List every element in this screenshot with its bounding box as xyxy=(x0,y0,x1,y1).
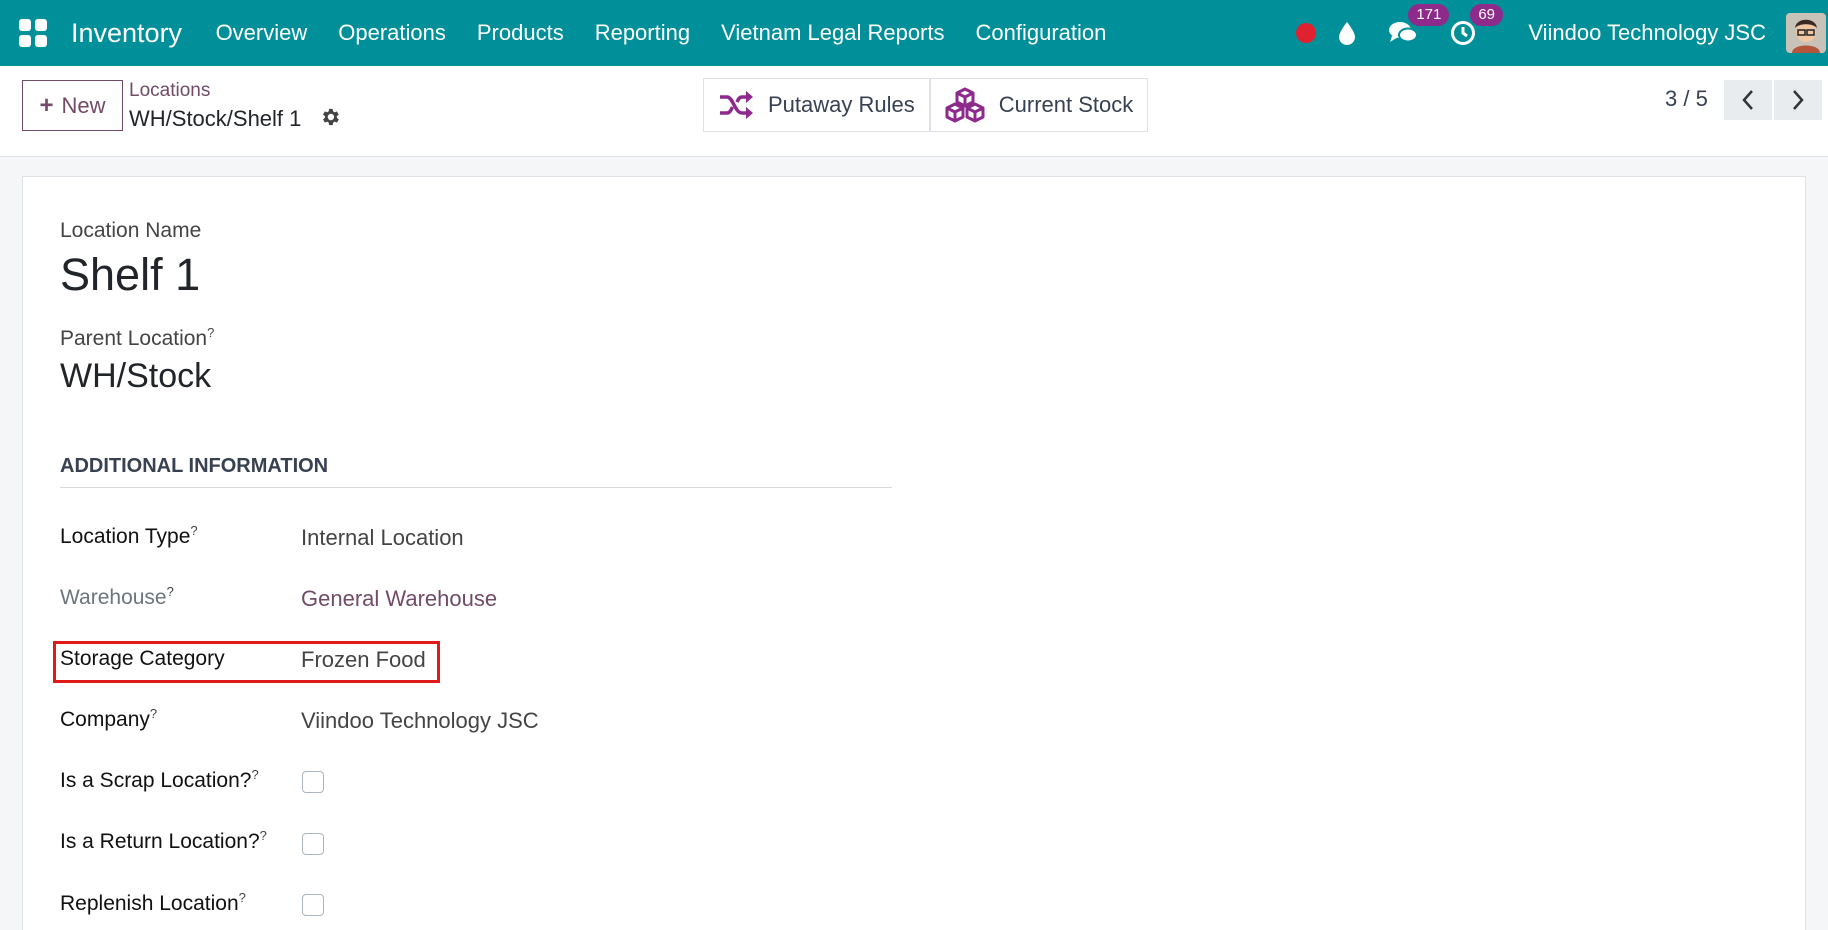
pager-value[interactable]: 3 / 5 xyxy=(1665,86,1708,112)
current-stock-label: Current Stock xyxy=(998,92,1134,117)
section-additional-information: ADDITIONAL INFORMATION xyxy=(60,455,892,488)
gear-icon[interactable] xyxy=(319,106,341,133)
breadcrumb-current-record: WH/Stock/Shelf 1 xyxy=(129,106,302,131)
new-button[interactable]: + New xyxy=(22,80,123,131)
warehouse-label-text: Warehouse xyxy=(60,586,167,609)
return-location-checkbox[interactable] xyxy=(302,833,324,855)
replenish-location-checkbox[interactable] xyxy=(302,894,324,916)
warehouse-link[interactable]: General Warehouse xyxy=(301,586,497,612)
company-label-text: Company xyxy=(60,708,150,731)
chevron-left-icon xyxy=(1742,90,1753,110)
replenish-location-label: Replenish Location? xyxy=(60,890,246,916)
location-name-label: Location Name xyxy=(60,219,202,242)
activities-clock-icon[interactable]: 69 xyxy=(1450,4,1503,46)
chevron-right-icon xyxy=(1793,90,1804,110)
plus-icon: + xyxy=(39,91,54,119)
messages-icon[interactable]: 171 xyxy=(1388,4,1450,46)
location-type-field[interactable]: Internal Location xyxy=(301,525,464,551)
drop-icon[interactable] xyxy=(1338,21,1356,45)
apps-grid-icon[interactable] xyxy=(19,19,47,47)
form-sheet: Location Name Shelf 1 Parent Location? W… xyxy=(22,176,1806,930)
messages-badge: 171 xyxy=(1408,4,1450,26)
activities-badge: 69 xyxy=(1470,4,1503,26)
menu-overview[interactable]: Overview xyxy=(200,20,323,46)
cubes-icon xyxy=(945,87,985,123)
location-type-label-text: Location Type xyxy=(60,525,191,548)
control-panel: + New Locations WH/Stock/Shelf 1 Putaway… xyxy=(0,66,1828,157)
company-switcher[interactable]: Viindoo Technology JSC xyxy=(1528,20,1766,46)
help-mark[interactable]: ? xyxy=(167,584,174,599)
putaway-rules-label: Putaway Rules xyxy=(768,92,915,117)
return-location-label-text: Is a Return Location? xyxy=(60,830,260,853)
pager-next-button[interactable] xyxy=(1774,80,1822,120)
return-location-label: Is a Return Location?? xyxy=(60,828,267,854)
storage-category-field[interactable]: Frozen Food xyxy=(301,647,426,673)
scrap-location-label-text: Is a Scrap Location? xyxy=(60,769,252,792)
pager-previous-button[interactable] xyxy=(1724,80,1772,120)
record-dot-icon[interactable] xyxy=(1296,23,1317,43)
breadcrumb-locations[interactable]: Locations xyxy=(129,80,210,102)
main-menu: Overview Operations Products Reporting V… xyxy=(200,20,1122,46)
location-type-label: Location Type? xyxy=(60,523,198,549)
help-mark[interactable]: ? xyxy=(207,325,214,340)
warehouse-label: Warehouse? xyxy=(60,584,174,610)
putaway-rules-button[interactable]: Putaway Rules xyxy=(703,78,930,132)
parent-location-label-text: Parent Location xyxy=(60,327,208,350)
replenish-location-label-text: Replenish Location xyxy=(60,892,239,915)
app-name[interactable]: Inventory xyxy=(71,18,182,49)
help-mark[interactable]: ? xyxy=(150,706,157,721)
user-avatar[interactable] xyxy=(1786,13,1826,53)
smart-buttons: Putaway Rules Current Stock xyxy=(703,78,1149,132)
shuffle-icon xyxy=(720,91,753,119)
parent-location-label: Parent Location? xyxy=(60,325,214,351)
scrap-location-label: Is a Scrap Location?? xyxy=(60,767,259,793)
top-navbar: Inventory Overview Operations Products R… xyxy=(0,0,1828,66)
storage-category-label: Storage Category xyxy=(60,647,225,670)
location-name-field[interactable]: Shelf 1 xyxy=(60,249,200,301)
menu-products[interactable]: Products xyxy=(461,20,579,46)
help-mark[interactable]: ? xyxy=(239,890,246,905)
menu-operations[interactable]: Operations xyxy=(323,20,462,46)
menu-vietnam-legal-reports[interactable]: Vietnam Legal Reports xyxy=(706,20,960,46)
company-label: Company? xyxy=(60,706,157,732)
help-mark[interactable]: ? xyxy=(260,828,267,843)
new-button-label: New xyxy=(61,92,106,118)
help-mark[interactable]: ? xyxy=(190,523,197,538)
scrap-location-checkbox[interactable] xyxy=(302,771,324,793)
company-field[interactable]: Viindoo Technology JSC xyxy=(301,708,539,734)
current-stock-button[interactable]: Current Stock xyxy=(929,78,1149,132)
menu-configuration[interactable]: Configuration xyxy=(960,20,1122,46)
help-mark[interactable]: ? xyxy=(251,767,258,782)
menu-reporting[interactable]: Reporting xyxy=(579,20,705,46)
navbar-systray: 171 69 Viindoo Technology JSC xyxy=(1296,0,1828,66)
parent-location-field[interactable]: WH/Stock xyxy=(60,357,211,396)
